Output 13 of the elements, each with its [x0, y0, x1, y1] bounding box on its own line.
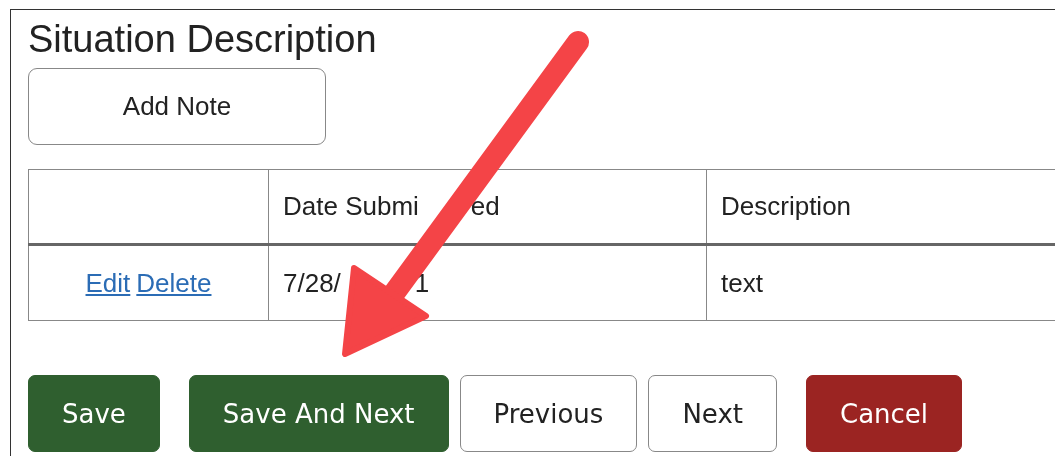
action-button[interactable]: Save — [28, 375, 160, 452]
column-header-text: Description — [721, 191, 852, 222]
date-text: 7/28/ — [283, 267, 341, 299]
add-note-button[interactable]: Add Note — [28, 68, 326, 145]
action-link[interactable]: Delete — [136, 267, 212, 298]
column-header-text: Date Submi — [283, 191, 419, 222]
section-title: Situation Description — [28, 17, 378, 60]
action-button[interactable]: Cancel — [806, 375, 963, 452]
action-link[interactable]: Edit — [85, 267, 131, 298]
action-button[interactable]: Previous — [459, 375, 638, 452]
column-header-text: ed — [470, 191, 500, 222]
action-button[interactable]: Next — [648, 375, 777, 452]
action-button[interactable]: Save And Next — [188, 375, 449, 452]
